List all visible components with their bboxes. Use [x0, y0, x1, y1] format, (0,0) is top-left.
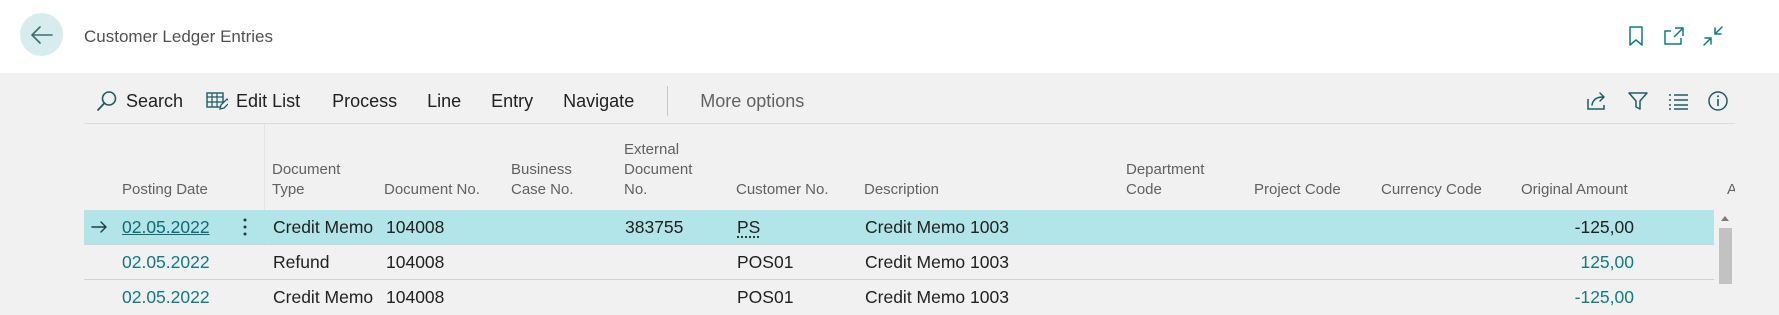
column-header-project-code[interactable]: Project Code: [1254, 180, 1341, 200]
arrow-left-icon: [30, 25, 53, 44]
column-header-customer-no[interactable]: Customer No.: [736, 180, 829, 200]
row-menu-icon[interactable]: [238, 210, 252, 244]
external-document-no-cell: 383755: [625, 217, 684, 237]
document-no-cell: 104008: [386, 287, 445, 307]
search-button[interactable]: Search: [84, 80, 198, 122]
info-icon[interactable]: [1706, 89, 1730, 113]
edit-list-button[interactable]: Edit List: [198, 80, 315, 122]
current-row-arrow-icon: [90, 210, 112, 244]
search-icon: [96, 90, 118, 112]
more-options-button[interactable]: More options: [686, 80, 819, 122]
page-title: Customer Ledger Entries: [84, 27, 273, 46]
column-header-description[interactable]: Description: [864, 180, 939, 200]
customer-no-cell: POS01: [737, 287, 794, 307]
edit-list-label: Edit List: [236, 90, 301, 111]
column-headers: Posting Date Document Type Document No. …: [0, 124, 1779, 208]
line-menu[interactable]: Line: [412, 80, 476, 122]
document-type-cell: Refund: [273, 252, 330, 272]
description-cell: Credit Memo 1003: [865, 217, 1009, 237]
process-menu[interactable]: Process: [315, 80, 412, 122]
column-header-business-case-no[interactable]: Business Case No.: [511, 160, 574, 200]
collapse-icon[interactable]: [1701, 24, 1725, 48]
column-header-currency-code[interactable]: Currency Code: [1381, 180, 1482, 200]
open-new-window-icon[interactable]: [1662, 24, 1686, 48]
customer-no-cell[interactable]: PS: [737, 210, 760, 244]
column-header-department-code[interactable]: Department Code: [1126, 160, 1204, 200]
page-header: Customer Ledger Entries: [0, 0, 1779, 73]
list-view-icon[interactable]: [1666, 89, 1690, 113]
document-type-cell: Credit Memo: [273, 217, 374, 237]
filter-icon[interactable]: [1626, 89, 1650, 113]
edit-list-icon: [206, 91, 229, 111]
table-row[interactable]: 02.05.2022 Credit Memo 104008 POS01 Cred…: [84, 280, 1714, 314]
original-amount-cell[interactable]: -125,00: [1524, 280, 1634, 314]
document-type-cell: Credit Memo: [273, 287, 374, 307]
entry-menu[interactable]: Entry: [476, 80, 548, 122]
original-amount-cell[interactable]: 125,00: [1524, 245, 1634, 279]
navigate-menu[interactable]: Navigate: [548, 80, 649, 122]
scrollbar-thumb[interactable]: [1719, 228, 1732, 284]
action-bar: Search Edit List Process Line Entry Navi…: [84, 80, 1734, 122]
posting-date-link[interactable]: 02.05.2022: [122, 245, 210, 279]
customer-no-cell: POS01: [737, 252, 794, 272]
share-icon[interactable]: [1586, 89, 1610, 113]
table-row[interactable]: 02.05.2022 Credit Memo 104008 383755 PS …: [84, 210, 1714, 244]
description-cell: Credit Memo 1003: [865, 287, 1009, 307]
posting-date-link[interactable]: 02.05.2022: [122, 280, 210, 314]
column-header-partial[interactable]: A: [1727, 180, 1735, 200]
posting-date-link[interactable]: 02.05.2022: [122, 210, 210, 244]
bookmark-icon[interactable]: [1624, 24, 1648, 48]
scroll-up-icon[interactable]: [1719, 213, 1731, 223]
column-header-document-no[interactable]: Document No.: [384, 180, 480, 200]
back-button[interactable]: [20, 13, 63, 56]
search-label: Search: [126, 90, 184, 111]
document-no-cell: 104008: [386, 217, 445, 237]
column-header-document-type[interactable]: Document Type: [272, 160, 340, 200]
original-amount-cell: -125,00: [1574, 217, 1634, 237]
description-cell: Credit Memo 1003: [865, 252, 1009, 272]
action-separator: [667, 86, 669, 116]
column-header-external-document-no[interactable]: External Document No.: [624, 140, 692, 200]
table-row[interactable]: 02.05.2022 Refund 104008 POS01 Credit Me…: [84, 245, 1714, 279]
column-header-posting-date[interactable]: Posting Date: [122, 180, 208, 200]
document-no-cell: 104008: [386, 252, 445, 272]
column-header-original-amount[interactable]: Original Amount: [1521, 180, 1628, 200]
